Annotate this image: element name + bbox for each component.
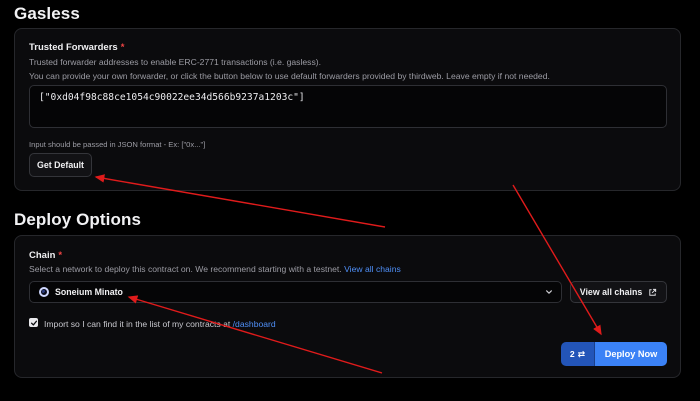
json-format-hint: Input should be passed in JSON format - … [29,140,206,149]
trusted-forwarders-card: Trusted Forwarders * Trusted forwarder ad… [14,28,681,191]
deploy-now-button[interactable]: Deploy Now [595,342,667,366]
external-link-icon [649,288,657,296]
chain-select[interactable]: Soneium Minato [29,281,562,303]
view-all-chains-link[interactable]: View all chains [344,264,401,274]
gasless-title: Gasless [14,4,80,23]
deploy-button-group: 2 ⇄ Deploy Now [561,342,667,366]
view-all-chains-button-label: View all chains [579,287,643,297]
transaction-count-button[interactable]: 2 ⇄ [561,342,595,366]
trusted-forwarders-description-1: Trusted forwarder addresses to enable ER… [29,57,322,67]
transaction-count: 2 [569,349,575,359]
trusted-forwarders-textarea[interactable]: ["0xd04f98c88ce1054c90022ee34d566b9237a1… [29,85,667,128]
deploy-options-title: Deploy Options [14,210,142,229]
chain-description: Select a network to deploy this contract… [29,264,401,274]
chain-label: Chain * [29,250,63,261]
chevron-down-icon [546,290,552,294]
required-mark: * [58,250,63,261]
dashboard-link[interactable]: /dashboard [233,319,276,329]
selected-chain: Soneium Minato [55,287,123,297]
required-mark: * [120,42,125,53]
import-checkbox-label: Import so I can find it in the list of m… [44,319,276,329]
deploy-page: Gasless Trusted Forwarders * Trusted forw… [0,0,700,401]
get-default-button[interactable]: Get Default [29,153,92,177]
soneium-logo-icon [39,287,49,297]
trusted-forwarders-label: Trusted Forwarders * [29,42,125,53]
swap-arrows-icon: ⇄ [577,348,586,359]
trusted-forwarders-description-2: You can provide your own forwarder, or c… [29,71,550,81]
view-all-chains-button[interactable]: View all chains [570,281,667,303]
checkmark-icon [30,320,37,326]
import-checkbox[interactable] [29,318,38,327]
